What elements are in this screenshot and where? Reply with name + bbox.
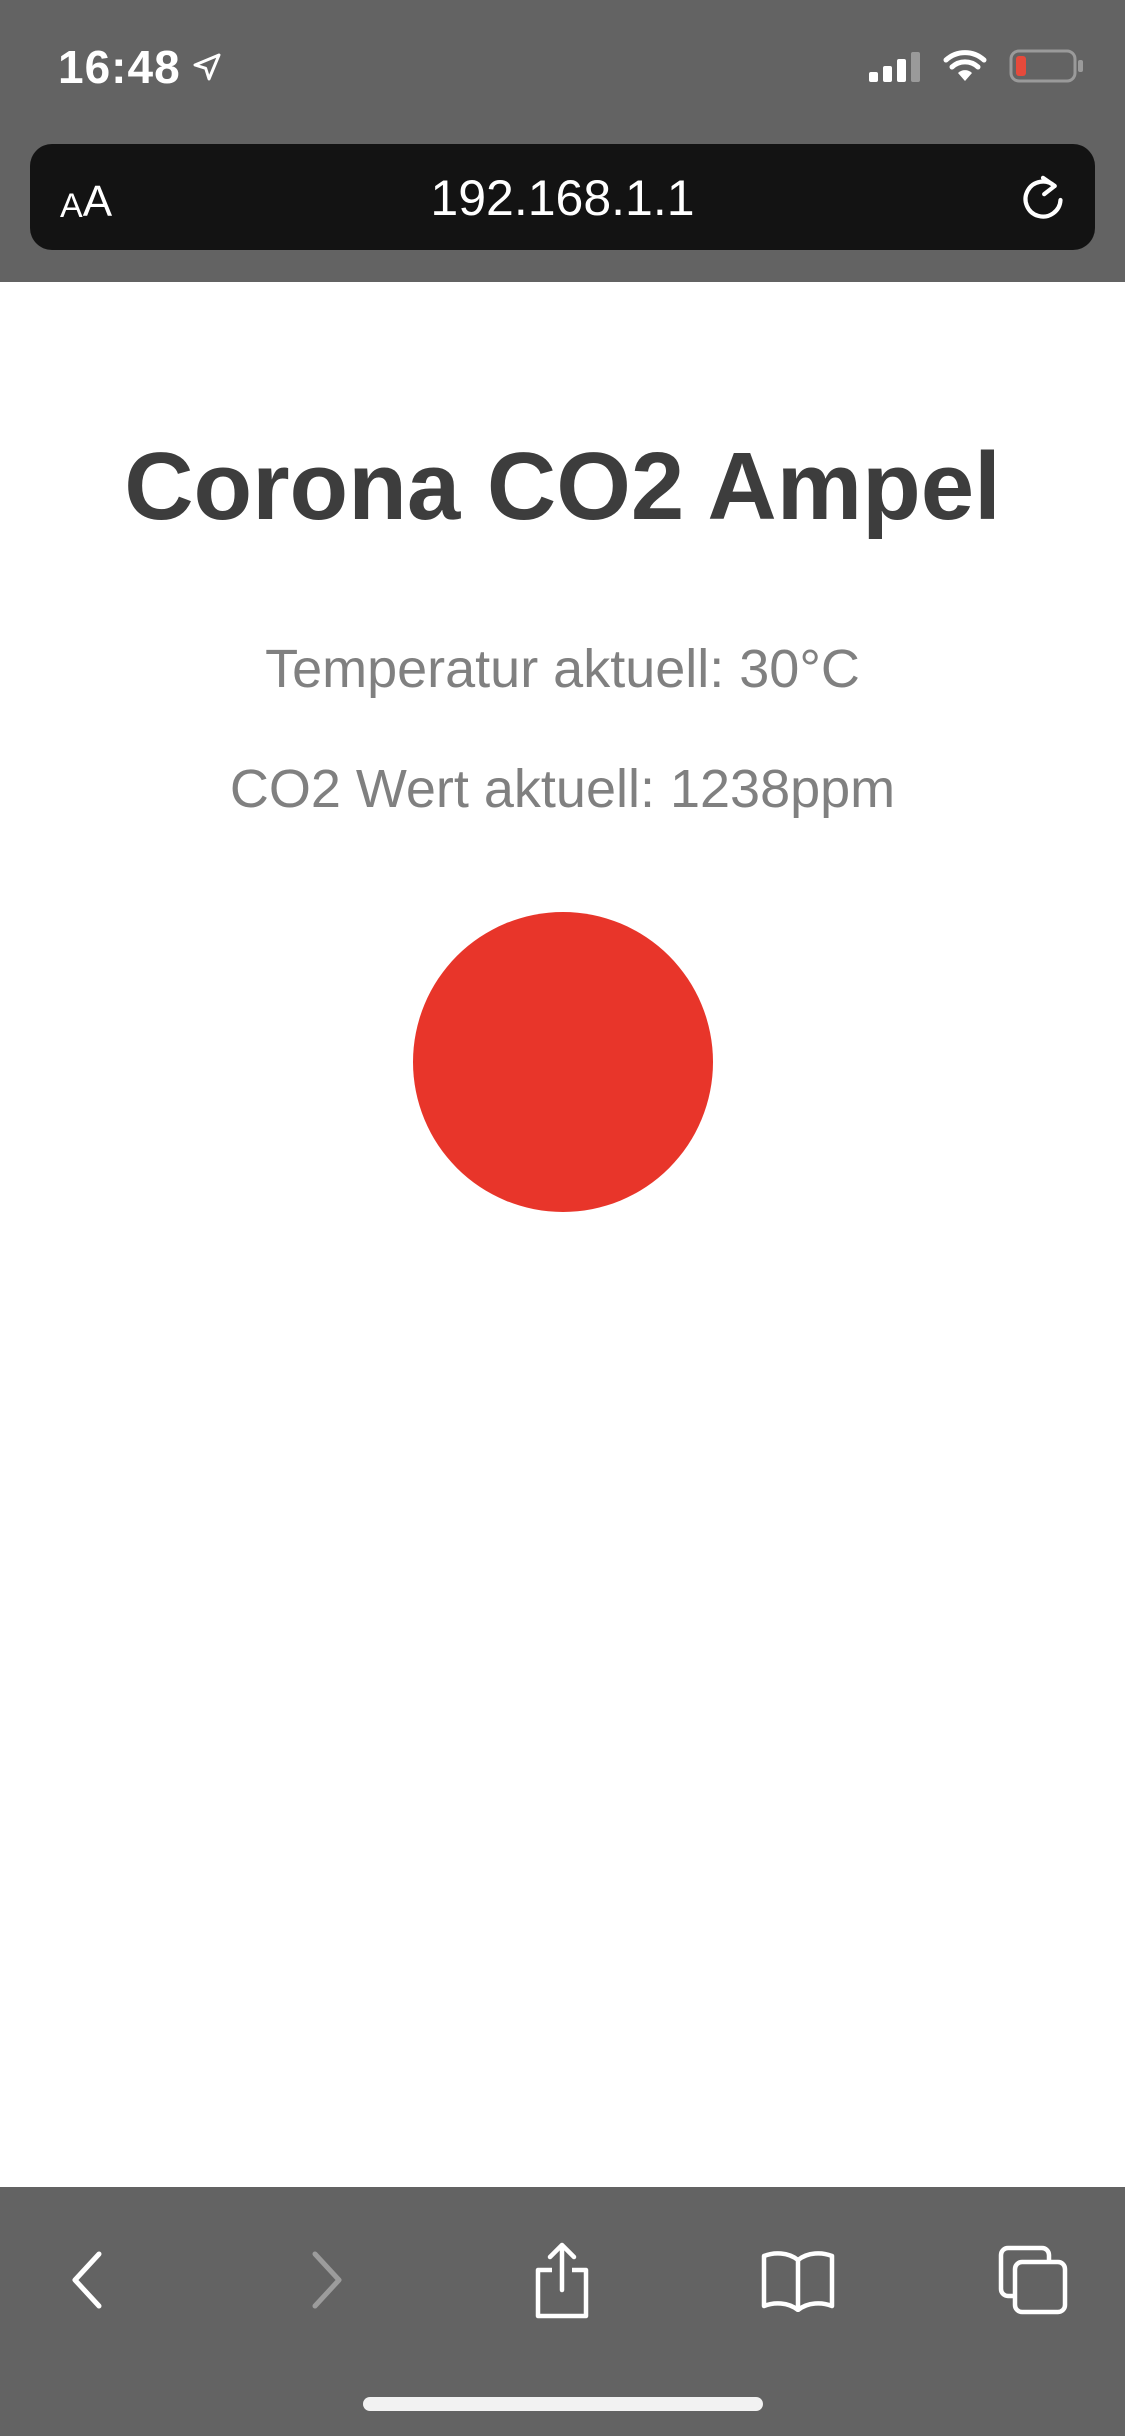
address-bar[interactable]: A A 192.168.1.1 xyxy=(30,144,1095,250)
bookmarks-button[interactable] xyxy=(753,2235,843,2325)
url-text[interactable]: 192.168.1.1 xyxy=(30,168,1095,228)
back-button[interactable] xyxy=(42,2235,132,2325)
share-button[interactable] xyxy=(517,2235,607,2325)
cellular-signal-icon xyxy=(869,52,920,82)
reload-icon[interactable] xyxy=(1015,172,1071,228)
share-icon xyxy=(535,2242,589,2319)
page-content: Corona CO2 Ampel Temperatur aktuell: 30°… xyxy=(0,282,1125,2187)
forward-button[interactable] xyxy=(282,2235,372,2325)
status-icons xyxy=(869,48,1085,84)
temperature-reading: Temperatur aktuell: 30°C xyxy=(265,639,860,699)
bookmarks-icon xyxy=(761,2251,835,2312)
status-time-text: 16:48 xyxy=(58,41,181,93)
co2-reading: CO2 Wert aktuell: 1238ppm xyxy=(229,759,896,819)
co2-traffic-light-indicator xyxy=(413,912,713,1212)
status-bar: 16:48 xyxy=(0,0,1125,140)
page-title: Corona CO2 Ampel xyxy=(124,433,1001,540)
location-arrow-icon xyxy=(193,53,221,81)
forward-chevron-icon xyxy=(312,2251,342,2309)
wifi-icon xyxy=(943,50,987,81)
status-time: 16:48 xyxy=(58,40,223,94)
battery-low-icon xyxy=(1009,49,1083,83)
address-bar-area: A A 192.168.1.1 xyxy=(0,140,1125,282)
tabs-button[interactable] xyxy=(988,2235,1078,2325)
bottom-toolbar xyxy=(0,2187,1125,2436)
home-indicator[interactable] xyxy=(363,2397,763,2411)
back-chevron-icon xyxy=(72,2251,102,2309)
tabs-icon xyxy=(998,2245,1068,2315)
